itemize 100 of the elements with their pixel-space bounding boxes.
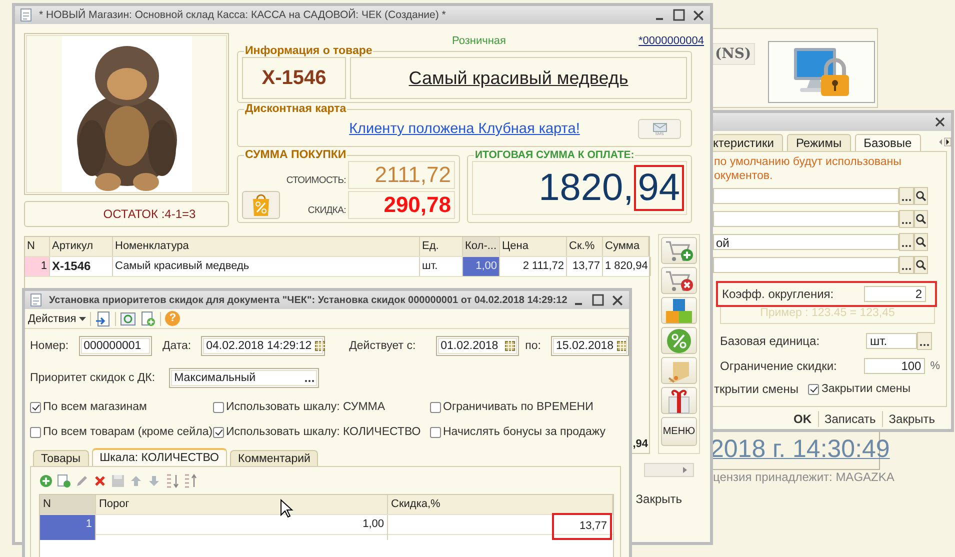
command-button[interactable]: Записать	[822, 412, 878, 426]
ns-label: (NS)	[711, 43, 756, 65]
column-header[interactable]: Артикул	[50, 237, 113, 256]
select-field[interactable]: Максимальный	[169, 368, 320, 388]
calendar-icon[interactable]	[505, 341, 516, 351]
tab-scroll-arrows-icon[interactable]	[936, 136, 951, 148]
discount-label: СКИДКА:	[306, 205, 346, 218]
search-icon[interactable]	[914, 256, 928, 274]
license-text: цензия принадлежит: MAGAZKA	[713, 470, 894, 484]
input-field[interactable]: шт.	[866, 333, 917, 349]
group-title: СУММА ПОКУПКИ	[244, 149, 348, 161]
column-header[interactable]: Ск.%	[567, 237, 603, 256]
input-field[interactable]: 100	[864, 358, 926, 374]
group-title: Дисконтная карта	[244, 103, 348, 115]
checkbox[interactable]: По всем магазинам	[30, 401, 147, 413]
column-header[interactable]: N	[40, 495, 96, 514]
input-field[interactable]: 000000001	[78, 336, 152, 356]
gift-icon	[666, 388, 692, 414]
close-icon[interactable]	[935, 117, 945, 127]
date-field[interactable]: 01.02.2018	[436, 336, 520, 356]
caret-icon	[79, 316, 86, 320]
calendar-icon[interactable]	[314, 341, 325, 351]
checkbox[interactable]: Использовать шкалу: КОЛИЧЕСТВО	[213, 426, 421, 438]
copy-document-icon[interactable]	[140, 310, 156, 326]
column-header[interactable]: Скидка,%	[388, 495, 613, 514]
maximize-icon[interactable]	[592, 294, 604, 306]
tab[interactable]: Режимы	[786, 134, 851, 151]
document-number-link[interactable]: *0000000004	[638, 35, 704, 47]
input-field[interactable]: ой	[713, 234, 899, 250]
search-icon[interactable]	[914, 187, 928, 205]
column-header[interactable]: N	[25, 237, 50, 256]
copy-icon[interactable]	[57, 474, 71, 488]
checkbox[interactable]: Начислять бонусы за продажу	[430, 426, 606, 438]
lock-button[interactable]	[768, 41, 876, 103]
date-field[interactable]: 15.02.2018	[551, 336, 629, 356]
close-icon[interactable]	[693, 10, 704, 20]
input-field[interactable]	[713, 211, 899, 227]
input-field[interactable]: 2	[864, 286, 926, 302]
table-cell: 1	[25, 257, 50, 276]
input-field[interactable]	[713, 257, 899, 273]
ellipsis-icon[interactable]	[917, 332, 932, 350]
remove-from-cart-button[interactable]	[661, 267, 697, 294]
command-button[interactable]: OK	[792, 412, 814, 426]
price-type-label: Розничная	[452, 35, 506, 47]
add-icon[interactable]	[39, 474, 53, 488]
delete-icon[interactable]	[93, 474, 107, 488]
checkbox[interactable]: Использовать шкалу: СУММА	[213, 401, 386, 413]
date-field[interactable]: 04.02.2018 14:29:12	[201, 336, 326, 356]
sort-descending-icon[interactable]	[183, 473, 197, 489]
field-label: Базовая единица:	[720, 334, 821, 348]
refresh-icon[interactable]	[120, 310, 136, 326]
calendar-icon[interactable]	[616, 341, 627, 351]
field-label: Дата:	[162, 340, 192, 352]
checkbox[interactable]: Закрытии смены	[808, 383, 910, 395]
tab[interactable]: ктеристики	[713, 134, 783, 151]
column-header[interactable]: Номенклатура	[113, 237, 420, 256]
input-field[interactable]	[713, 188, 899, 204]
search-icon[interactable]	[914, 233, 928, 251]
actions-menu[interactable]: Действия	[28, 312, 86, 324]
column-header[interactable]: Кол-...	[463, 237, 500, 256]
maximize-icon[interactable]	[673, 9, 685, 21]
table-cell: 1,00	[463, 257, 500, 276]
percent-badge-icon	[665, 328, 693, 354]
close-button[interactable]: Закрыть	[634, 492, 684, 506]
cart-remove-icon	[664, 268, 694, 292]
tab[interactable]: Базовые	[854, 134, 921, 151]
stock-text: ОСТАТОК :4-1=3	[103, 207, 196, 221]
sort-ascending-icon[interactable]	[165, 473, 179, 489]
close-icon[interactable]	[612, 294, 623, 306]
club-card-link[interactable]: Клиенту положена Клубная карта!	[349, 121, 580, 137]
note-text: окументов.	[713, 169, 774, 183]
ellipsis-icon[interactable]	[899, 233, 914, 251]
mouse-cursor-icon	[280, 499, 294, 519]
ellipsis-icon[interactable]	[899, 187, 914, 205]
checkbox[interactable]: По всем товарам (кроме сейла)	[30, 426, 213, 438]
unit-label: %	[930, 360, 940, 372]
tab[interactable]: Комментарий	[230, 450, 318, 466]
command-button[interactable]: Закрыть	[886, 412, 937, 426]
discount-percent-button[interactable]	[661, 327, 697, 354]
menu-button[interactable]: МЕНЮ	[661, 417, 697, 446]
tab[interactable]: Шкала: КОЛИЧЕСТВО	[92, 448, 227, 466]
pencil-icon[interactable]	[75, 474, 89, 488]
cart-plus-icon	[664, 238, 694, 262]
document-icon	[29, 293, 43, 307]
gift-button[interactable]	[661, 387, 697, 414]
tab[interactable]: Товары	[33, 450, 89, 466]
column-header[interactable]: Сумма	[603, 237, 649, 256]
scroll-right-icon[interactable]	[681, 466, 689, 474]
search-icon[interactable]	[914, 210, 928, 228]
document-icon	[19, 8, 33, 22]
cost-label: СТОИМОСТЬ:	[285, 175, 346, 188]
checkbox[interactable]: Ограничивать по ВРЕМЕНИ	[430, 401, 594, 413]
scroll-button[interactable]	[661, 357, 697, 384]
table-cell: 1 820,94	[603, 257, 651, 276]
horizontal-scrollbar[interactable]	[644, 463, 694, 477]
ellipsis-icon[interactable]	[899, 256, 914, 274]
blocks-button[interactable]	[661, 297, 697, 324]
ellipsis-icon[interactable]	[899, 210, 914, 228]
column-header[interactable]: Цена	[500, 237, 567, 256]
add-to-cart-button[interactable]	[661, 237, 697, 264]
